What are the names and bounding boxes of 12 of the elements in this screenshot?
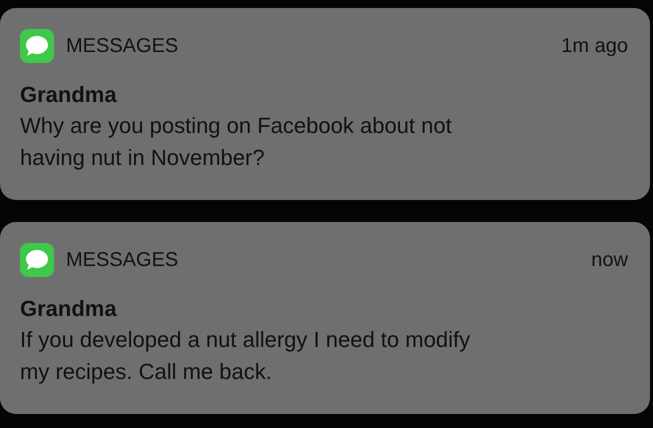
sender-name: Grandma xyxy=(20,295,118,323)
notification-card[interactable]: MESSAGES 1m ago Grandma Why are you posting on Facebook about not having nut in November? xyxy=(0,8,650,200)
timestamp: 1m ago xyxy=(561,34,628,58)
chat-bubble-icon xyxy=(20,29,54,63)
timestamp: now xyxy=(591,248,628,272)
notification-card[interactable]: MESSAGES now Grandma If you developed a nut allergy I need to modify my recipes. Call me back. xyxy=(0,222,650,414)
message-text: If you developed a nut allergy I need to modify my recipes. Call me back. xyxy=(20,326,472,386)
app-name: MESSAGES xyxy=(66,34,178,58)
chat-bubble-icon xyxy=(20,243,54,277)
sender-name: Grandma xyxy=(20,81,118,109)
message-text: Why are you posting on Facebook about not having nut in November? xyxy=(20,112,453,172)
app-name: MESSAGES xyxy=(66,248,178,272)
